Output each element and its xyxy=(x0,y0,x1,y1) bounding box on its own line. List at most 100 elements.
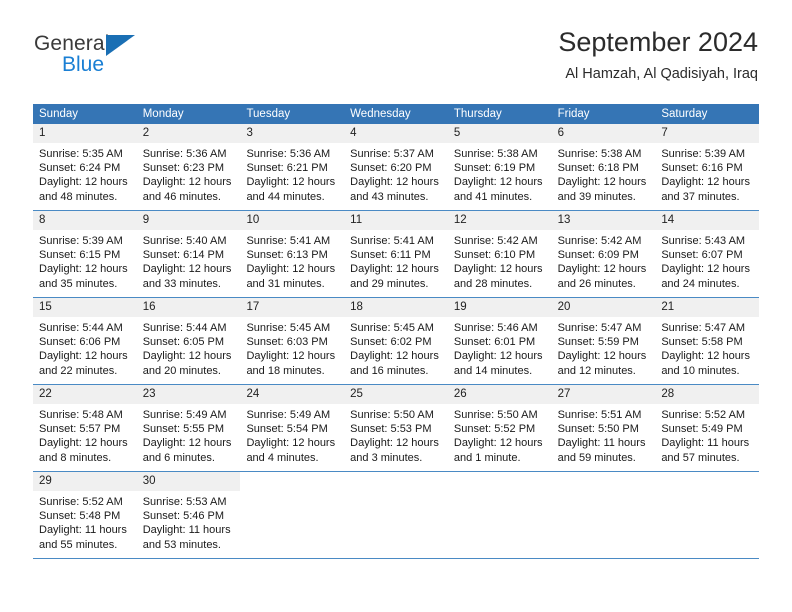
calendar-day-cell[interactable]: 26 Sunrise: 5:50 AM Sunset: 5:52 PM Dayligh… xyxy=(447,385,552,471)
calendar-day-cell[interactable]: 9 Sunrise: 5:40 AM Sunset: 6:14 PM Daylight… xyxy=(136,211,241,297)
calendar-day-cell[interactable]: 2 Sunrise: 5:36 AM Sunset: 6:23 PM Daylight… xyxy=(136,124,241,210)
daylight-duration-line2: and 14 minutes. xyxy=(453,364,533,377)
calendar-day-cell[interactable]: 18 Sunrise: 5:45 AM Sunset: 6:02 PM Dayligh… xyxy=(344,298,448,384)
day-number-band: 28 xyxy=(655,385,760,404)
sunrise-time: Sunrise: 5:46 AM xyxy=(453,322,538,334)
day-number: 6 xyxy=(557,127,564,139)
day-number-band: 9 xyxy=(136,211,241,230)
calendar-day-cell[interactable]: 11 Sunrise: 5:41 AM Sunset: 6:11 PM Dayligh… xyxy=(344,211,448,297)
day-details: Sunrise: 5:37 AM Sunset: 6:20 PM Daylight:… xyxy=(344,143,448,204)
daylight-duration-line1: Daylight: 12 hours xyxy=(142,176,232,189)
day-number-band: 1 xyxy=(33,124,137,143)
calendar-day-cell[interactable]: 30 Sunrise: 5:53 AM Sunset: 5:46 PM Dayligh… xyxy=(136,472,241,558)
day-number-band xyxy=(655,472,759,491)
calendar-day-cell[interactable]: 5 Sunrise: 5:38 AM Sunset: 6:19 PM Daylight… xyxy=(447,124,552,210)
day-number: 10 xyxy=(246,214,260,226)
day-number-band: 22 xyxy=(33,385,137,404)
sunrise-time: Sunrise: 5:51 AM xyxy=(557,409,642,421)
calendar-day-cell[interactable]: 29 Sunrise: 5:52 AM Sunset: 5:48 PM Dayligh… xyxy=(33,472,137,558)
calendar-day-cell[interactable]: 27 Sunrise: 5:51 AM Sunset: 5:50 PM Dayligh… xyxy=(551,385,656,471)
day-number: 29 xyxy=(39,475,52,487)
calendar-week-row: 15 Sunrise: 5:44 AM Sunset: 6:06 PM Dayligh… xyxy=(33,298,760,385)
day-number: 16 xyxy=(142,301,156,313)
sunset-time: Sunset: 5:50 PM xyxy=(557,423,639,436)
daylight-duration-line1: Daylight: 12 hours xyxy=(453,176,543,189)
daylight-duration-line1: Daylight: 12 hours xyxy=(142,263,232,276)
sunrise-time: Sunrise: 5:49 AM xyxy=(246,409,331,421)
sunset-time: Sunset: 6:11 PM xyxy=(350,249,431,262)
calendar-day-cell[interactable]: 19 Sunrise: 5:46 AM Sunset: 6:01 PM Dayligh… xyxy=(447,298,552,384)
day-number: 24 xyxy=(246,388,260,400)
day-details: Sunrise: 5:43 AM Sunset: 6:07 PM Daylight:… xyxy=(655,230,759,291)
calendar-day-cell[interactable]: 15 Sunrise: 5:44 AM Sunset: 6:06 PM Dayligh… xyxy=(33,298,137,384)
sunrise-time: Sunrise: 5:50 AM xyxy=(453,409,538,421)
daylight-duration-line2: and 1 minute. xyxy=(453,451,521,464)
day-details: Sunrise: 5:42 AM Sunset: 6:10 PM Daylight:… xyxy=(448,230,552,291)
day-details: Sunrise: 5:52 AM Sunset: 5:48 PM Daylight:… xyxy=(33,491,137,552)
general-blue-logo[interactable]: General Blue xyxy=(34,32,244,88)
day-number-band: 13 xyxy=(551,211,656,230)
sunset-time: Sunset: 6:07 PM xyxy=(661,249,743,262)
daylight-duration-line1: Daylight: 12 hours xyxy=(350,263,439,276)
calendar-day-cell[interactable]: 4 Sunrise: 5:37 AM Sunset: 6:20 PM Daylight… xyxy=(344,124,448,210)
calendar-day-cell[interactable]: 24 Sunrise: 5:49 AM Sunset: 5:54 PM Dayligh… xyxy=(240,385,345,471)
calendar-day-cell[interactable]: 7 Sunrise: 5:39 AM Sunset: 6:16 PM Daylight… xyxy=(655,124,760,210)
calendar-day-cell[interactable]: 3 Sunrise: 5:36 AM Sunset: 6:21 PM Daylight… xyxy=(240,124,345,210)
daylight-duration-line1: Daylight: 12 hours xyxy=(350,437,439,450)
day-number: 21 xyxy=(661,301,675,313)
sunset-time: Sunset: 5:49 PM xyxy=(661,423,743,436)
calendar-day-cell[interactable]: 17 Sunrise: 5:45 AM Sunset: 6:03 PM Dayligh… xyxy=(240,298,345,384)
calendar-day-cell[interactable]: 10 Sunrise: 5:41 AM Sunset: 6:13 PM Dayligh… xyxy=(240,211,345,297)
calendar-day-cell[interactable]: 16 Sunrise: 5:44 AM Sunset: 6:05 PM Dayligh… xyxy=(136,298,241,384)
day-details: Sunrise: 5:41 AM Sunset: 6:11 PM Daylight:… xyxy=(344,230,448,291)
weekday-header-monday: Monday xyxy=(142,108,184,120)
weekday-header-tuesday: Tuesday xyxy=(246,108,291,120)
sunrise-time: Sunrise: 5:44 AM xyxy=(39,322,123,334)
sunset-time: Sunset: 6:02 PM xyxy=(350,336,432,349)
calendar-day-cell[interactable]: 23 Sunrise: 5:49 AM Sunset: 5:55 PM Dayligh… xyxy=(136,385,241,471)
sunset-time: Sunset: 5:55 PM xyxy=(142,423,225,436)
day-number-band: 23 xyxy=(136,385,241,404)
calendar-day-cell[interactable]: 1 Sunrise: 5:35 AM Sunset: 6:24 PM Daylight… xyxy=(33,124,137,210)
calendar-day-cell[interactable]: 13 Sunrise: 5:42 AM Sunset: 6:09 PM Dayligh… xyxy=(551,211,656,297)
daylight-duration-line2: and 37 minutes. xyxy=(661,190,740,203)
day-details: Sunrise: 5:44 AM Sunset: 6:06 PM Daylight:… xyxy=(33,317,137,378)
calendar-empty-cell xyxy=(655,472,760,558)
day-number-band: 27 xyxy=(551,385,656,404)
day-details: Sunrise: 5:40 AM Sunset: 6:14 PM Daylight:… xyxy=(137,230,241,291)
calendar-day-cell[interactable]: 28 Sunrise: 5:52 AM Sunset: 5:49 PM Dayligh… xyxy=(655,385,760,471)
daylight-duration-line2: and 18 minutes. xyxy=(246,364,325,377)
daylight-duration-line1: Daylight: 12 hours xyxy=(350,176,439,189)
day-details: Sunrise: 5:38 AM Sunset: 6:18 PM Daylight:… xyxy=(552,143,656,204)
weekday-header-wednesday: Wednesday xyxy=(350,108,411,120)
daylight-duration-line1: Daylight: 12 hours xyxy=(661,350,750,363)
day-details: Sunrise: 5:45 AM Sunset: 6:03 PM Daylight:… xyxy=(240,317,344,378)
day-details: Sunrise: 5:42 AM Sunset: 6:09 PM Daylight:… xyxy=(552,230,656,291)
calendar-day-cell[interactable]: 22 Sunrise: 5:48 AM Sunset: 5:57 PM Dayligh… xyxy=(33,385,137,471)
calendar-day-cell[interactable]: 6 Sunrise: 5:38 AM Sunset: 6:18 PM Daylight… xyxy=(551,124,656,210)
sunset-time: Sunset: 6:13 PM xyxy=(246,249,328,262)
daylight-duration-line2: and 33 minutes. xyxy=(142,277,221,290)
weekday-header-thursday: Thursday xyxy=(453,108,502,120)
sunset-time: Sunset: 6:18 PM xyxy=(557,162,639,175)
day-number-band: 25 xyxy=(344,385,448,404)
daylight-duration-line2: and 28 minutes. xyxy=(453,277,533,290)
sunrise-time: Sunrise: 5:45 AM xyxy=(350,322,434,334)
sunset-time: Sunset: 5:54 PM xyxy=(246,423,328,436)
day-details: Sunrise: 5:45 AM Sunset: 6:02 PM Daylight:… xyxy=(344,317,448,378)
day-details: Sunrise: 5:47 AM Sunset: 5:58 PM Daylight:… xyxy=(655,317,759,378)
calendar-day-cell[interactable]: 20 Sunrise: 5:47 AM Sunset: 5:59 PM Dayligh… xyxy=(551,298,656,384)
calendar-day-cell[interactable]: 25 Sunrise: 5:50 AM Sunset: 5:53 PM Dayligh… xyxy=(344,385,448,471)
daylight-duration-line1: Daylight: 12 hours xyxy=(661,263,750,276)
calendar-day-cell[interactable]: 8 Sunrise: 5:39 AM Sunset: 6:15 PM Daylight… xyxy=(33,211,137,297)
calendar-day-cell[interactable]: 12 Sunrise: 5:42 AM Sunset: 6:10 PM Dayligh… xyxy=(447,211,552,297)
calendar-day-cell[interactable]: 14 Sunrise: 5:43 AM Sunset: 6:07 PM Dayligh… xyxy=(655,211,760,297)
calendar-day-cell[interactable]: 21 Sunrise: 5:47 AM Sunset: 5:58 PM Dayligh… xyxy=(655,298,760,384)
sunrise-time: Sunrise: 5:41 AM xyxy=(246,235,331,247)
day-number-band: 26 xyxy=(447,385,552,404)
day-number: 8 xyxy=(39,214,46,226)
day-number: 9 xyxy=(142,214,150,226)
day-details: Sunrise: 5:36 AM Sunset: 6:23 PM Daylight:… xyxy=(137,143,241,204)
weekday-header-row: Sunday Monday Tuesday Wednesday Thursday Frid… xyxy=(33,104,759,124)
day-details: Sunrise: 5:35 AM Sunset: 6:24 PM Daylight:… xyxy=(33,143,137,204)
